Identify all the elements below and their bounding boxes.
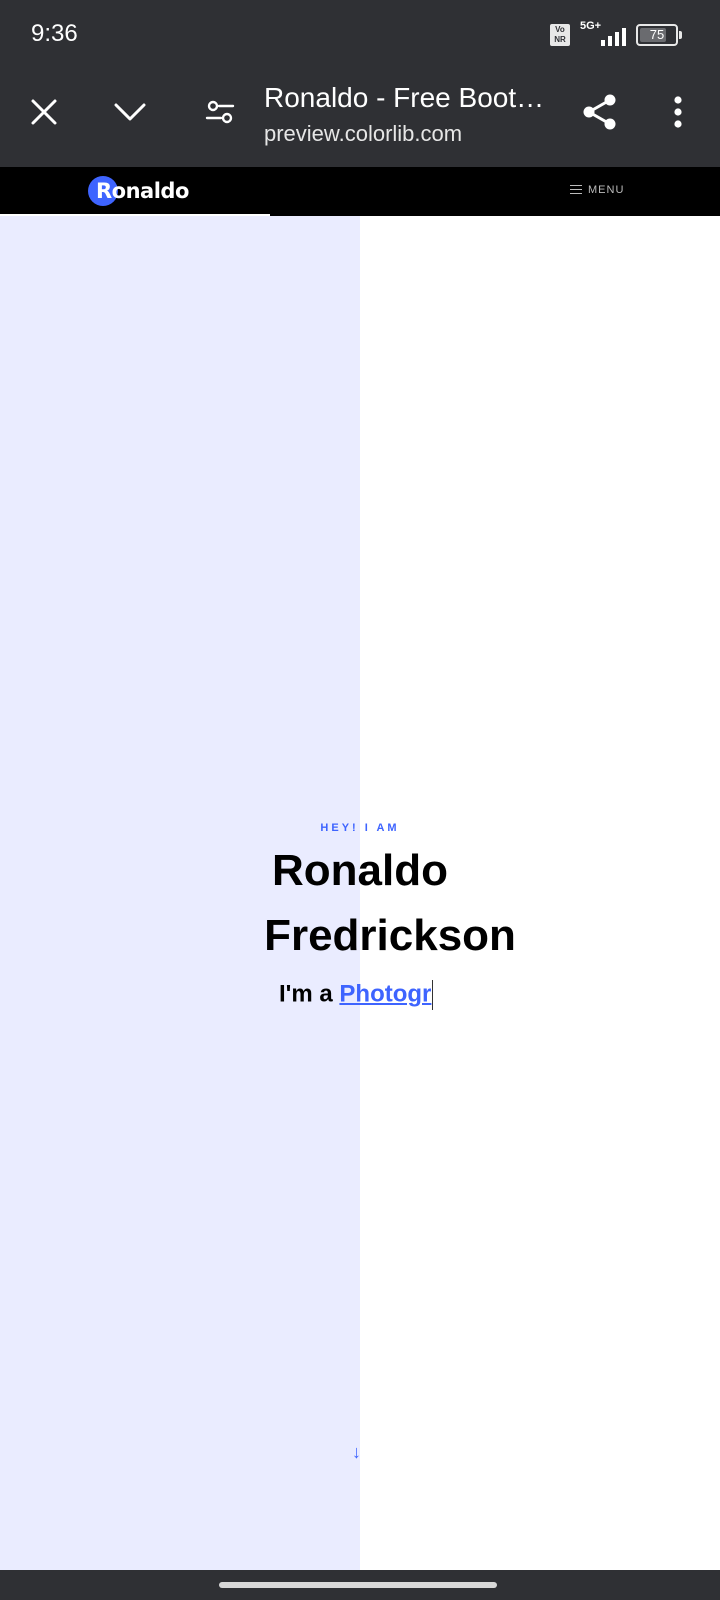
more-options-button[interactable] <box>648 82 708 142</box>
home-gesture-handle[interactable] <box>219 1582 497 1588</box>
status-bar: 9:36 Vo NR 5G+ 75 <box>0 0 720 72</box>
signal-icon: 5G+ <box>580 20 626 48</box>
hero-role: I'm a Photogr <box>279 980 434 1010</box>
network-type: 5G+ <box>580 20 602 32</box>
battery-level: 75 <box>649 27 665 42</box>
arrow-down-icon[interactable]: ↓ <box>352 1442 361 1463</box>
close-icon <box>31 99 57 125</box>
hero-name-line1: Ronaldo <box>272 846 448 895</box>
chevron-down-icon <box>114 103 146 121</box>
more-vertical-icon <box>674 96 682 128</box>
close-button[interactable] <box>14 82 74 142</box>
share-icon <box>583 94 616 130</box>
role-prefix: I'm a <box>279 980 340 1008</box>
site-logo[interactable]: Ronaldo <box>88 176 189 206</box>
system-nav-bar <box>0 1570 720 1600</box>
browser-toolbar: Ronaldo - Free Boots… preview.colorlib.c… <box>0 72 720 167</box>
site-navbar: Ronaldo MENU <box>0 167 720 216</box>
menu-label: MENU <box>588 184 625 196</box>
page-url[interactable]: preview.colorlib.com <box>264 121 462 147</box>
page-title: Ronaldo - Free Boots… <box>264 82 554 113</box>
typing-cursor <box>432 980 434 1010</box>
menu-toggle[interactable]: MENU <box>570 184 624 196</box>
hero-section: HEY! I AM Ronaldo Fredrickson I'm a Phot… <box>0 216 720 1570</box>
role-typed-link[interactable]: Photogr <box>339 980 431 1007</box>
site-settings-button[interactable] <box>190 82 250 142</box>
battery-icon: 75 <box>636 24 682 46</box>
hero-name-line2: Fredrickson <box>264 911 516 960</box>
logo-text: Ronaldo <box>96 179 189 203</box>
share-button[interactable] <box>570 82 630 142</box>
status-indicators: Vo NR 5G+ 75 <box>550 20 682 48</box>
hamburger-icon <box>570 185 582 195</box>
minimize-button[interactable] <box>100 82 160 142</box>
status-time: 9:36 <box>31 20 78 47</box>
tune-icon <box>205 100 235 124</box>
scroll-down-tab[interactable] <box>360 1422 396 1494</box>
volte-icon: Vo NR <box>550 24 570 46</box>
hero-eyebrow: HEY! I AM <box>320 822 400 834</box>
signal-bars <box>601 28 626 46</box>
